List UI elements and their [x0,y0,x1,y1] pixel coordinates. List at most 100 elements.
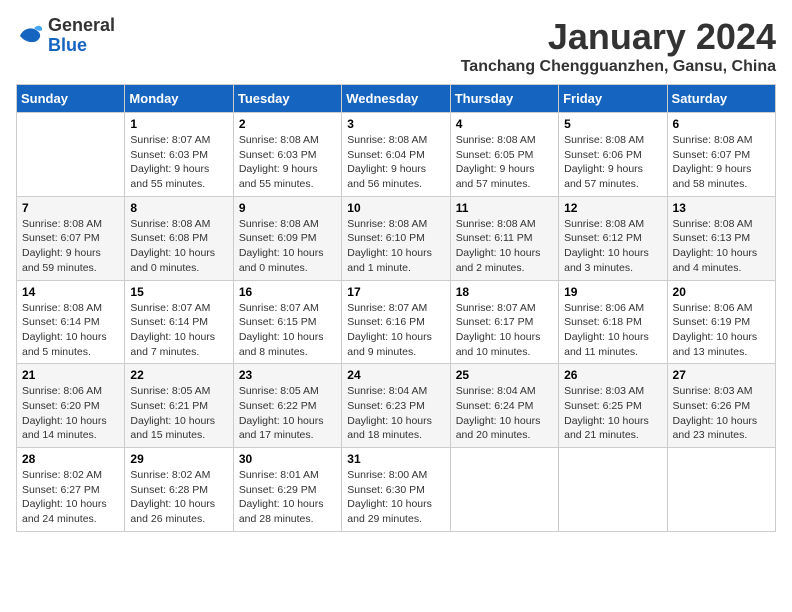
day-number: 19 [564,285,661,299]
day-number: 3 [347,117,444,131]
day-info: Sunrise: 8:08 AMSunset: 6:07 PMDaylight:… [673,133,770,192]
calendar-day-cell: 8 Sunrise: 8:08 AMSunset: 6:08 PMDaylight… [125,196,233,280]
day-number: 28 [22,452,119,466]
calendar-day-cell: 7 Sunrise: 8:08 AMSunset: 6:07 PMDaylight… [17,196,125,280]
calendar-day-cell: 21Sunrise: 8:06 AMSunset: 6:20 PMDayligh… [17,364,125,448]
day-info: Sunrise: 8:05 AMSunset: 6:22 PMDaylight:… [239,384,336,443]
day-info: Sunrise: 8:08 AMSunset: 6:05 PMDaylight:… [456,133,553,192]
day-number: 27 [673,368,770,382]
day-info: Sunrise: 8:04 AMSunset: 6:23 PMDaylight:… [347,384,444,443]
calendar-day-cell: 22 Sunrise: 8:05 AMSunset: 6:21 PMDayligh… [125,364,233,448]
location-title: Tanchang Chengguanzhen, Gansu, China [461,58,776,76]
calendar-day-cell: 5 Sunrise: 8:08 AMSunset: 6:06 PMDaylight… [559,113,667,197]
day-info: Sunrise: 8:08 AMSunset: 6:07 PMDaylight:… [22,217,119,276]
calendar-day-cell: 10 Sunrise: 8:08 AMSunset: 6:10 PMDayligh… [342,196,450,280]
calendar-header-cell: Sunday [17,85,125,113]
day-number: 25 [456,368,553,382]
logo-text: General Blue [48,16,115,56]
calendar-day-cell: 1Sunrise: 8:07 AMSunset: 6:03 PMDaylight… [125,113,233,197]
day-info: Sunrise: 8:04 AMSunset: 6:24 PMDaylight:… [456,384,553,443]
calendar-day-cell: 28 Sunrise: 8:02 AMSunset: 6:27 PMDayligh… [17,448,125,532]
calendar-day-cell: 14 Sunrise: 8:08 AMSunset: 6:14 PMDayligh… [17,280,125,364]
calendar-day-cell: 17Sunrise: 8:07 AMSunset: 6:16 PMDayligh… [342,280,450,364]
calendar-day-cell: 23 Sunrise: 8:05 AMSunset: 6:22 PMDayligh… [233,364,341,448]
day-info: Sunrise: 8:07 AMSunset: 6:03 PMDaylight:… [130,133,227,192]
day-info: Sunrise: 8:07 AMSunset: 6:15 PMDaylight:… [239,301,336,360]
day-info: Sunrise: 8:05 AMSunset: 6:21 PMDaylight:… [130,384,227,443]
day-number: 12 [564,201,661,215]
day-number: 9 [239,201,336,215]
calendar-day-cell: 25 Sunrise: 8:04 AMSunset: 6:24 PMDayligh… [450,364,558,448]
day-number: 15 [130,285,227,299]
calendar-week-row: 7 Sunrise: 8:08 AMSunset: 6:07 PMDaylight… [17,196,776,280]
calendar-day-cell: 16Sunrise: 8:07 AMSunset: 6:15 PMDayligh… [233,280,341,364]
day-info: Sunrise: 8:08 AMSunset: 6:04 PMDaylight:… [347,133,444,192]
calendar-day-cell: 6 Sunrise: 8:08 AMSunset: 6:07 PMDaylight… [667,113,775,197]
day-info: Sunrise: 8:08 AMSunset: 6:06 PMDaylight:… [564,133,661,192]
calendar-day-cell: 13 Sunrise: 8:08 AMSunset: 6:13 PMDayligh… [667,196,775,280]
day-number: 22 [130,368,227,382]
day-number: 8 [130,201,227,215]
calendar-day-cell: 27Sunrise: 8:03 AMSunset: 6:26 PMDayligh… [667,364,775,448]
calendar-week-row: 21Sunrise: 8:06 AMSunset: 6:20 PMDayligh… [17,364,776,448]
day-number: 17 [347,285,444,299]
day-number: 23 [239,368,336,382]
day-number: 26 [564,368,661,382]
day-info: Sunrise: 8:08 AMSunset: 6:13 PMDaylight:… [673,217,770,276]
calendar-header-cell: Wednesday [342,85,450,113]
day-info: Sunrise: 8:08 AMSunset: 6:14 PMDaylight:… [22,301,119,360]
day-number: 21 [22,368,119,382]
calendar-day-cell: 9 Sunrise: 8:08 AMSunset: 6:09 PMDaylight… [233,196,341,280]
title-block: January 2024 Tanchang Chengguanzhen, Gan… [461,16,776,76]
day-number: 30 [239,452,336,466]
day-number: 20 [673,285,770,299]
day-info: Sunrise: 8:08 AMSunset: 6:12 PMDaylight:… [564,217,661,276]
calendar-header-cell: Thursday [450,85,558,113]
day-info: Sunrise: 8:00 AMSunset: 6:30 PMDaylight:… [347,468,444,527]
calendar-day-cell: 31 Sunrise: 8:00 AMSunset: 6:30 PMDayligh… [342,448,450,532]
calendar-body: 1Sunrise: 8:07 AMSunset: 6:03 PMDaylight… [17,113,776,532]
calendar-week-row: 28 Sunrise: 8:02 AMSunset: 6:27 PMDayligh… [17,448,776,532]
calendar-header-cell: Saturday [667,85,775,113]
page-header: General Blue January 2024 Tanchang Cheng… [16,16,776,76]
day-number: 29 [130,452,227,466]
day-info: Sunrise: 8:02 AMSunset: 6:27 PMDaylight:… [22,468,119,527]
calendar-day-cell: 30 Sunrise: 8:01 AMSunset: 6:29 PMDayligh… [233,448,341,532]
calendar-day-cell: 4 Sunrise: 8:08 AMSunset: 6:05 PMDaylight… [450,113,558,197]
calendar-day-cell: 3 Sunrise: 8:08 AMSunset: 6:04 PMDaylight… [342,113,450,197]
calendar-day-cell [17,113,125,197]
day-info: Sunrise: 8:06 AMSunset: 6:18 PMDaylight:… [564,301,661,360]
day-number: 4 [456,117,553,131]
day-info: Sunrise: 8:02 AMSunset: 6:28 PMDaylight:… [130,468,227,527]
logo-bird-icon [16,22,44,50]
calendar-day-cell: 12 Sunrise: 8:08 AMSunset: 6:12 PMDayligh… [559,196,667,280]
calendar-table: SundayMondayTuesdayWednesdayThursdayFrid… [16,84,776,532]
calendar-day-cell: 20Sunrise: 8:06 AMSunset: 6:19 PMDayligh… [667,280,775,364]
calendar-day-cell: 24 Sunrise: 8:04 AMSunset: 6:23 PMDayligh… [342,364,450,448]
day-info: Sunrise: 8:08 AMSunset: 6:03 PMDaylight:… [239,133,336,192]
day-info: Sunrise: 8:08 AMSunset: 6:08 PMDaylight:… [130,217,227,276]
day-info: Sunrise: 8:08 AMSunset: 6:10 PMDaylight:… [347,217,444,276]
calendar-header-cell: Monday [125,85,233,113]
day-number: 5 [564,117,661,131]
calendar-header-cell: Friday [559,85,667,113]
day-number: 13 [673,201,770,215]
calendar-day-cell: 18Sunrise: 8:07 AMSunset: 6:17 PMDayligh… [450,280,558,364]
day-info: Sunrise: 8:08 AMSunset: 6:11 PMDaylight:… [456,217,553,276]
day-number: 10 [347,201,444,215]
day-info: Sunrise: 8:01 AMSunset: 6:29 PMDaylight:… [239,468,336,527]
day-number: 6 [673,117,770,131]
day-number: 14 [22,285,119,299]
day-number: 18 [456,285,553,299]
day-number: 24 [347,368,444,382]
calendar-day-cell: 2Sunrise: 8:08 AMSunset: 6:03 PMDaylight… [233,113,341,197]
day-info: Sunrise: 8:08 AMSunset: 6:09 PMDaylight:… [239,217,336,276]
calendar-day-cell [667,448,775,532]
day-number: 7 [22,201,119,215]
calendar-header-row: SundayMondayTuesdayWednesdayThursdayFrid… [17,85,776,113]
logo: General Blue [16,16,115,56]
day-number: 31 [347,452,444,466]
calendar-header-cell: Tuesday [233,85,341,113]
calendar-day-cell: 29 Sunrise: 8:02 AMSunset: 6:28 PMDayligh… [125,448,233,532]
calendar-day-cell [559,448,667,532]
